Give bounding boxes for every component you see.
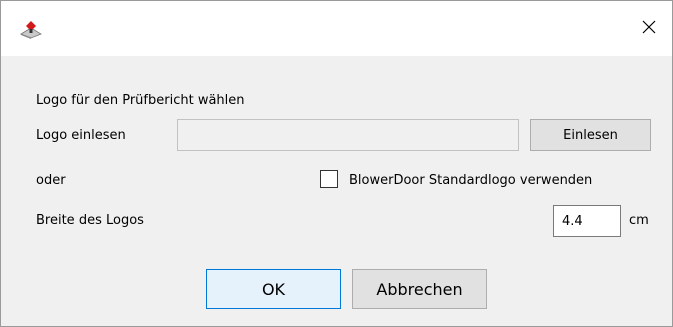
close-icon [641, 19, 657, 39]
title-bar [1, 1, 672, 56]
read-logo-button[interactable]: Einlesen [530, 119, 651, 151]
dialog-window: Logo für den Prüfbericht wählen Logo ein… [0, 0, 673, 327]
or-label: oder [36, 173, 66, 188]
cancel-button[interactable]: Abbrechen [352, 269, 487, 309]
standard-logo-label[interactable]: BlowerDoor Standardlogo verwenden [349, 173, 592, 188]
dialog-heading: Logo für den Prüfbericht wählen [36, 93, 245, 108]
logo-width-label: Breite des Logos [36, 213, 144, 228]
close-button[interactable] [626, 1, 672, 56]
width-unit-label: cm [629, 213, 649, 228]
logo-label: Logo einlesen [36, 128, 126, 143]
logo-path-field[interactable] [177, 119, 519, 151]
ok-button[interactable]: OK [206, 269, 341, 309]
app-icon [19, 19, 43, 39]
logo-width-input[interactable]: 4.4 [553, 205, 621, 237]
standard-logo-checkbox[interactable] [320, 170, 338, 188]
